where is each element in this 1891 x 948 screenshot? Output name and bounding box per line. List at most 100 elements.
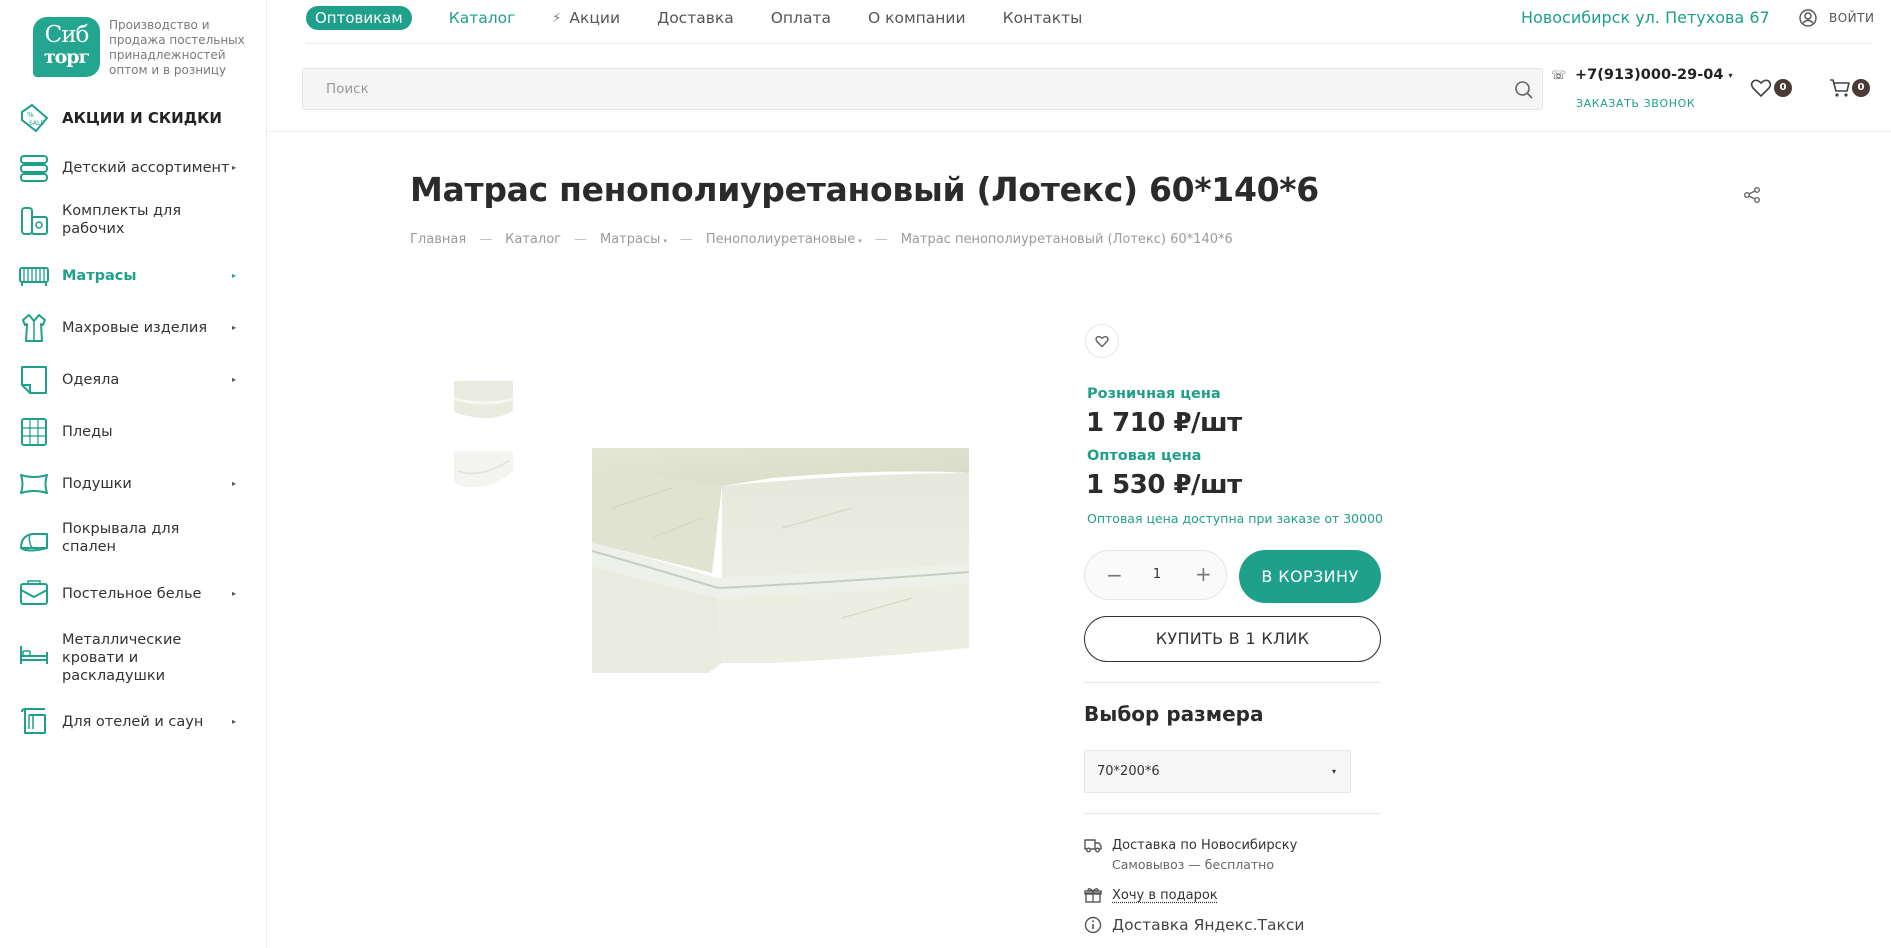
nav-promo-label: Акции <box>569 9 621 27</box>
city-address[interactable]: Новосибирск ул. Петухова 67 <box>1521 8 1770 27</box>
quantity-stepper: − 1 + <box>1084 550 1227 600</box>
chevron-down-icon: ▾ <box>1331 767 1336 776</box>
breadcrumb-foam[interactable]: Пенополиуретановые ▾ <box>706 232 862 247</box>
sidebar-item-sales[interactable]: % SALE АКЦИИ И СКИДКИ <box>0 98 250 138</box>
top-nav: Оптовикам Каталог ⚡ Акции Доставка Оплата… <box>306 3 1119 33</box>
cart-icon[interactable] <box>1829 78 1851 98</box>
sidebar-item-label: Пледы <box>62 424 113 440</box>
nav-delivery[interactable]: Доставка <box>657 9 734 27</box>
nav-catalog[interactable]: Каталог <box>449 9 516 27</box>
share-icon[interactable] <box>1743 186 1761 204</box>
heart-icon <box>1095 335 1109 347</box>
divider <box>267 131 1891 132</box>
buy-one-click-button[interactable]: КУПИТЬ В 1 КЛИК <box>1084 616 1381 662</box>
mattress-thumbnail-image <box>454 381 513 421</box>
delivery-info: Доставка по Новосибирску Самовывоз — бес… <box>1084 836 1297 874</box>
search-icon[interactable] <box>1514 80 1534 100</box>
sidebar-item-kids[interactable]: Детский ассортимент ▸ <box>0 148 250 188</box>
nav-wholesale[interactable]: Оптовикам <box>306 6 412 30</box>
search-placeholder: Поиск <box>326 81 369 97</box>
breadcrumb-separator: — <box>874 232 888 247</box>
size-title: Выбор размера <box>1084 702 1264 726</box>
sidebar-item-terry[interactable]: Махровые изделия ▸ <box>0 308 250 348</box>
logo-line1: Сиб <box>44 22 90 48</box>
yandex-taxi-delivery[interactable]: Доставка Яндекс.Такси <box>1084 916 1304 935</box>
pillow-icon <box>20 474 48 494</box>
chevron-down-icon: ▾ <box>663 237 667 245</box>
truck-icon <box>1084 839 1102 853</box>
chevron-right-icon: ▸ <box>232 375 237 384</box>
stack-icon <box>20 155 48 182</box>
nav-promo[interactable]: ⚡ Акции <box>552 9 620 27</box>
phone-label: +7(913)000-29-04 <box>1575 67 1724 83</box>
cart-count-badge: 0 <box>1852 79 1870 97</box>
size-selected-value: 70*200*6 <box>1097 764 1160 779</box>
product-thumbnail[interactable] <box>454 381 513 421</box>
sale-tag-icon: %SALE <box>21 103 49 133</box>
logo[interactable]: Сиб торг <box>33 17 100 77</box>
sidebar-item-pillows[interactable]: Подушки ▸ <box>0 464 250 504</box>
svg-text:%: % <box>27 111 34 119</box>
heart-icon[interactable] <box>1750 78 1772 98</box>
product-main-image[interactable] <box>592 448 969 693</box>
bedspread-icon <box>20 533 48 552</box>
sidebar-item-label: Комплекты для рабочих <box>62 203 182 237</box>
blanket-icon <box>21 366 47 394</box>
product-thumbnail[interactable] <box>454 451 513 491</box>
page-title: Матрас пенополиуретановый (Лотекс) 60*14… <box>410 170 1319 209</box>
plaid-icon <box>21 418 47 446</box>
size-select[interactable]: 70*200*6 ▾ <box>1084 750 1351 793</box>
divider <box>1084 813 1381 814</box>
logo-line2: торг <box>43 46 90 68</box>
wholesale-price: 1 530 ₽/шт <box>1086 470 1242 500</box>
chevron-down-icon: ▾ <box>1728 70 1733 80</box>
sidebar-item-label: Одеяла <box>62 372 120 388</box>
quantity-value[interactable]: 1 <box>1151 567 1163 582</box>
sidebar-item-workwear[interactable]: Комплекты для рабочих <box>0 200 250 242</box>
retail-price-label: Розничная цена <box>1087 386 1221 402</box>
info-icon <box>1084 916 1102 934</box>
sidebar-item-beds[interactable]: Металлические кровати и раскладушки <box>0 628 250 688</box>
mattress-icon <box>19 267 49 286</box>
divider <box>1084 682 1381 683</box>
gift-text: Хочу в подарок <box>1112 888 1218 903</box>
sidebar-item-label: Металлические кровати и раскладушки <box>62 632 182 684</box>
sidebar-item-mattresses[interactable]: Матрасы ▸ <box>0 256 250 296</box>
yandex-taxi-text: Доставка Яндекс.Такси <box>1112 916 1305 934</box>
sidebar-item-label: Постельное белье <box>62 586 202 602</box>
callback-link[interactable]: ЗАКАЗАТЬ ЗВОНОК <box>1576 97 1695 110</box>
breadcrumb-separator: — <box>573 232 587 247</box>
nav-contacts[interactable]: Контакты <box>1003 9 1083 27</box>
breadcrumb-current: Матрас пенополиуретановый (Лотекс) 60*14… <box>900 232 1233 247</box>
breadcrumb-separator: — <box>479 232 493 247</box>
breadcrumb-label: Матрасы <box>599 232 661 247</box>
worker-kit-icon <box>21 207 48 235</box>
bed-linen-icon <box>20 580 48 605</box>
sidebar-item-label: Детский ассортимент <box>62 160 230 176</box>
chevron-right-icon: ▸ <box>232 479 237 488</box>
increase-quantity-button[interactable]: + <box>1195 562 1212 586</box>
add-to-cart-button[interactable]: В КОРЗИНУ <box>1239 550 1381 603</box>
nav-about[interactable]: О компании <box>868 9 966 27</box>
add-to-favorites-button[interactable] <box>1085 324 1119 358</box>
breadcrumb-separator: — <box>679 232 693 247</box>
breadcrumb-catalog[interactable]: Каталог <box>505 232 561 247</box>
breadcrumb-home[interactable]: Главная <box>410 232 466 247</box>
gift-link[interactable]: Хочу в подарок <box>1084 886 1218 905</box>
sidebar-item-label: Матрасы <box>62 268 137 284</box>
phone-number[interactable]: ☏ +7(913)000-29-04 ▾ <box>1551 67 1732 83</box>
sidebar-item-label: Подушки <box>62 476 132 492</box>
sidebar-item-hotels[interactable]: Для отелей и саун ▸ <box>0 702 250 742</box>
decrease-quantity-button[interactable]: − <box>1106 563 1123 587</box>
retail-price: 1 710 ₽/шт <box>1086 408 1242 438</box>
search-input[interactable]: Поиск <box>302 68 1543 110</box>
sidebar-item-plaids[interactable]: Пледы <box>0 412 250 452</box>
sidebar-item-blankets[interactable]: Одеяла ▸ <box>0 360 250 400</box>
delivery-city-text: Доставка по Новосибирску <box>1112 838 1298 853</box>
nav-payment[interactable]: Оплата <box>771 9 831 27</box>
sidebar-item-bed-linen[interactable]: Постельное белье ▸ <box>0 574 250 614</box>
divider <box>306 43 1871 44</box>
sidebar-item-bedspreads[interactable]: Покрывала для спален <box>0 518 250 560</box>
breadcrumb-mattresses[interactable]: Матрасы ▾ <box>600 232 667 247</box>
login-button[interactable]: ВОЙТИ <box>1799 9 1874 27</box>
